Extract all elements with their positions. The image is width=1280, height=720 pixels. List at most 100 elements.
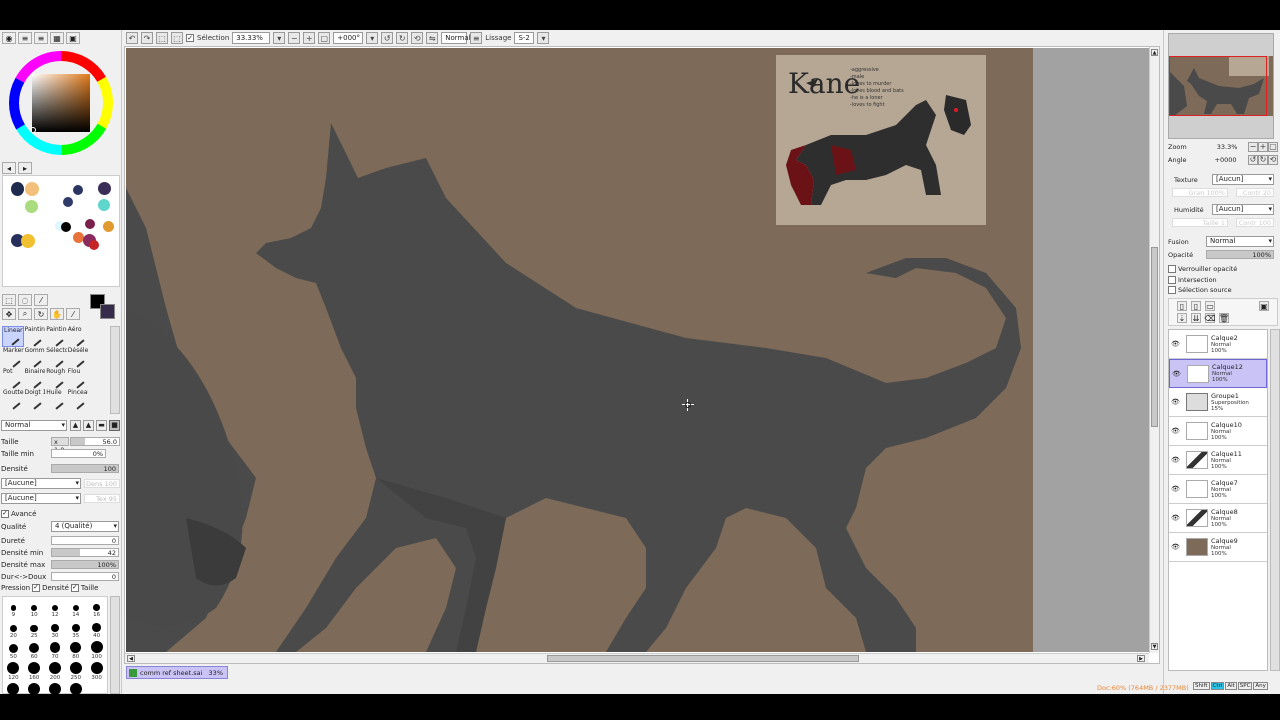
layer-row[interactable]: 👁 Groupe1 Superposition 15% — [1169, 388, 1267, 417]
brush-slot[interactable]: Gomme — [24, 347, 45, 368]
zoom-in-icon[interactable]: + — [303, 32, 316, 44]
dur-doux-slider[interactable]: 0 — [51, 572, 119, 581]
nav-zoom-out-icon[interactable]: − — [1248, 141, 1258, 152]
brush-slot[interactable]: Sélector — [45, 347, 67, 368]
brush-slot[interactable]: Pot — [2, 368, 24, 389]
nav-zoom-in-icon[interactable]: + — [1258, 141, 1268, 152]
transfer-down-icon[interactable]: ⇣ — [1177, 313, 1187, 323]
color-blob[interactable] — [85, 219, 95, 229]
brush-slot[interactable]: Rough sketch — [45, 368, 67, 389]
color-blob[interactable] — [25, 182, 39, 196]
zoom-field[interactable]: 33.33% — [232, 32, 271, 44]
rotate-reset-icon[interactable]: ⟲ — [411, 32, 424, 44]
avance-checkbox[interactable]: ✓ — [1, 509, 9, 518]
navigator-preview[interactable] — [1168, 33, 1274, 139]
pression-taille-checkbox[interactable]: ✓ — [70, 583, 79, 592]
new-layer-icon[interactable]: ▯ — [1177, 301, 1187, 311]
brush-size-scrollbar[interactable] — [110, 596, 120, 694]
brush-slot[interactable]: Doigt 10 — [24, 389, 45, 410]
nav-rotate-left-icon[interactable]: ↺ — [1248, 154, 1258, 165]
magic-wand-icon[interactable]: ⁄ — [34, 294, 48, 306]
merge-down-icon[interactable]: ⇊ — [1191, 313, 1201, 323]
selection-source-checkbox[interactable] — [1168, 285, 1176, 294]
layer-visibility-eye-icon[interactable]: 👁 — [1171, 340, 1180, 348]
new-folder-icon[interactable]: ▭ — [1205, 301, 1215, 311]
brush-slot[interactable]: Désélect — [67, 347, 88, 368]
hsv-slider-tab-icon[interactable]: ≡ — [34, 32, 48, 44]
verrouiller-checkbox[interactable] — [1168, 264, 1176, 273]
brush-slot[interactable]: Huile — [45, 389, 67, 410]
zoom-tool-icon[interactable]: ⌕ — [18, 308, 32, 320]
brush-size-preset[interactable]: 10 — [24, 597, 45, 618]
brush-size-preset[interactable]: 160 — [24, 660, 45, 681]
layer-visibility-eye-icon[interactable]: 👁 — [1171, 456, 1180, 464]
layer-row[interactable]: 👁 Calque7 Normal 100% — [1169, 475, 1267, 504]
swatch-prev-icon[interactable]: ◂ — [2, 162, 16, 174]
color-blob[interactable] — [25, 200, 38, 213]
stabilizer-icon[interactable]: ≡ — [470, 32, 483, 44]
vertical-scroll-thumb[interactable] — [1151, 247, 1158, 427]
fg-bg-color-swatch[interactable] — [90, 294, 116, 320]
zoom-dropdown-icon[interactable]: ▾ — [273, 32, 286, 44]
brush-size-preset[interactable]: 100 — [86, 639, 107, 660]
taille-min-slider[interactable]: 0% — [51, 449, 106, 458]
color-blob[interactable] — [61, 222, 71, 232]
invert-selection-icon[interactable]: ⬚ — [171, 32, 183, 44]
intersection-checkbox[interactable] — [1168, 275, 1176, 284]
brush-slot[interactable] — [88, 347, 110, 368]
selection-checkbox[interactable]: ✓ — [186, 34, 194, 42]
brush-size-preset[interactable]: 16 — [86, 597, 107, 618]
color-blob[interactable] — [73, 185, 83, 195]
color-blob[interactable] — [89, 240, 99, 250]
brush-slot[interactable] — [88, 368, 110, 389]
brush-slot[interactable]: Goutte 9 — [2, 389, 24, 410]
brush-slot[interactable]: Pinceau — [67, 389, 88, 410]
nav-rotate-reset-icon[interactable]: ⟲ — [1268, 154, 1278, 165]
swatch-tab-icon[interactable]: ▦ — [50, 32, 64, 44]
color-blob[interactable] — [63, 197, 73, 207]
layer-visibility-eye-icon[interactable]: 👁 — [1171, 427, 1180, 435]
brush-slot[interactable]: Aéro — [67, 326, 89, 347]
lasso-tool-icon[interactable]: ◌ — [18, 294, 32, 306]
brush-size-preset[interactable]: 60 — [24, 639, 45, 660]
pression-densite-checkbox[interactable]: ✓ — [32, 583, 41, 592]
color-blob[interactable] — [103, 221, 114, 232]
scroll-up-icon[interactable]: ▲ — [1151, 49, 1158, 56]
layer-list-scrollbar[interactable] — [1270, 329, 1280, 671]
paper-texture-select[interactable]: [Aucun] — [1212, 174, 1274, 185]
redo-icon[interactable]: ↷ — [141, 32, 153, 44]
canvas-horizontal-scrollbar[interactable]: ◀ ▶ — [125, 653, 1149, 663]
color-blob[interactable] — [11, 182, 24, 196]
flip-icon[interactable]: ⇋ — [426, 32, 439, 44]
color-blob[interactable] — [98, 199, 110, 211]
brush-shape-icon[interactable]: ▲ — [83, 420, 94, 431]
marquee-tool-icon[interactable]: ⬚ — [2, 294, 16, 306]
color-blob[interactable] — [21, 234, 35, 248]
scroll-right-icon[interactable]: ▶ — [1137, 655, 1145, 662]
layer-row[interactable]: 👁 Calque11 Normal 100% — [1169, 446, 1267, 475]
scroll-left-icon[interactable]: ◀ — [127, 655, 135, 662]
smoothing-field[interactable]: S-2 — [514, 32, 535, 44]
layer-visibility-eye-icon[interactable]: 👁 — [1172, 370, 1181, 378]
background-color[interactable] — [100, 304, 115, 319]
brush-blend-mode-select[interactable]: Normal — [1, 420, 67, 431]
brush-size-preset[interactable]: 12 — [45, 597, 66, 618]
brush-size-preset[interactable]: 80 — [65, 639, 86, 660]
brush-slot[interactable] — [88, 389, 110, 410]
canvas-viewport[interactable]: Kane -aggressive -male -loves to murder … — [124, 46, 1160, 664]
brush-size-preset[interactable]: 70 — [45, 639, 66, 660]
brush-shape-selector[interactable]: ▲ ▲ ▬ ■ — [70, 420, 120, 431]
brush-slot[interactable]: Painting — [45, 326, 67, 347]
deselect-icon[interactable]: ⬚ — [156, 32, 168, 44]
layer-row[interactable]: 👁 Calque10 Normal 100% — [1169, 417, 1267, 446]
brush-size-preset[interactable]: 25 — [24, 618, 45, 639]
delete-layer-icon[interactable]: 🗑 — [1219, 313, 1229, 323]
zoom-out-icon[interactable]: − — [288, 32, 301, 44]
rgb-slider-tab-icon[interactable]: ≡ — [18, 32, 32, 44]
brush-size-preset[interactable]: 200 — [45, 660, 66, 681]
rotate-right-icon[interactable]: ↻ — [396, 32, 409, 44]
color-wheel-tab-icon[interactable]: ◉ — [2, 32, 16, 44]
brush-size-preset[interactable]: 50 — [3, 639, 24, 660]
layer-opacity-slider[interactable]: 100% — [1206, 250, 1274, 259]
nav-zoom-reset-icon[interactable]: ▢ — [1268, 141, 1278, 152]
